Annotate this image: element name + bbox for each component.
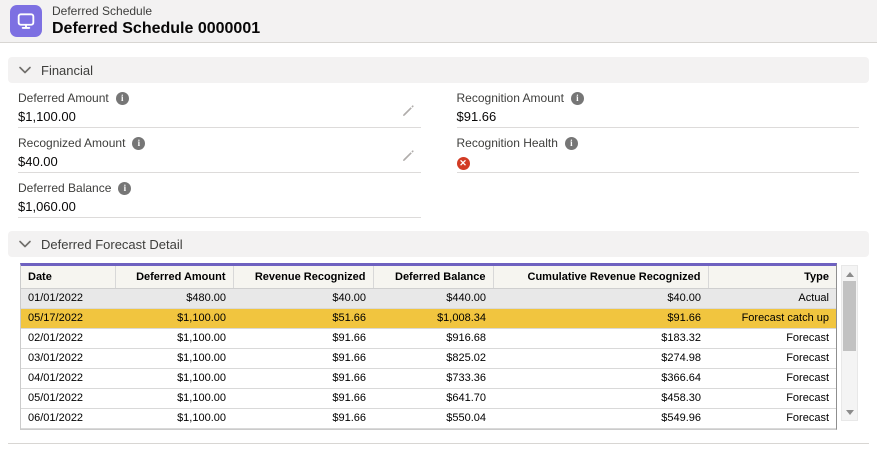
column-header-deferred-amount[interactable]: Deferred Amount [115,266,233,289]
field-value: $1,100.00 [18,105,421,130]
desktop-icon [10,5,42,37]
cell-type: Forecast [708,389,836,409]
scroll-down-icon[interactable] [842,406,857,418]
cell-deferred-balance: $1,008.34 [373,309,493,329]
field-recognized-amount: Recognized Amount i $40.00 [18,128,421,173]
cell-deferred-amount: $1,100.00 [115,349,233,369]
cell-date: 01/01/2022 [21,289,115,309]
field-deferred-amount: Deferred Amount i $1,100.00 [18,83,421,128]
cell-deferred-amount: $1,100.00 [115,329,233,349]
cell-date: 05/17/2022 [21,309,115,329]
chevron-down-icon [18,64,32,76]
table-row[interactable]: 03/01/2022$1,100.00$91.66$825.02$274.98F… [21,349,836,369]
cell-type: Actual [708,289,836,309]
section-title: Deferred Forecast Detail [41,237,183,252]
table-row[interactable]: 05/01/2022$1,100.00$91.66$641.70$458.30F… [21,389,836,409]
table-row[interactable]: 06/01/2022$1,100.00$91.66$550.04$549.96F… [21,409,836,429]
cell-revenue-recognized: $91.66 [233,349,373,369]
error-status-icon: ✕ [457,157,470,170]
cell-type: Forecast [708,349,836,369]
field-label: Deferred Amount [18,91,109,105]
table-row[interactable]: 02/01/2022$1,100.00$91.66$916.68$183.32F… [21,329,836,349]
cell-cumulative: $40.00 [493,289,708,309]
field-recognition-health: Recognition Health i ✕ [457,128,860,173]
page-title: Deferred Schedule 0000001 [52,19,260,39]
cell-type: Forecast catch up [708,309,836,329]
cell-date: 03/01/2022 [21,349,115,369]
cell-deferred-amount: $1,100.00 [115,389,233,409]
field-value: $91.66 [457,105,860,130]
cell-deferred-amount: $480.00 [115,289,233,309]
bottom-divider [8,443,869,444]
table-header-row: Date Deferred Amount Revenue Recognized … [21,266,836,289]
forecast-table-area: Date Deferred Amount Revenue Recognized … [20,263,858,430]
cell-cumulative: $183.32 [493,329,708,349]
cell-date: 06/01/2022 [21,409,115,429]
cell-revenue-recognized: $40.00 [233,289,373,309]
scrollbar-thumb[interactable] [843,281,856,351]
field-value: $1,060.00 [18,195,421,220]
section-financial[interactable]: Financial [8,57,869,83]
page-header: Deferred Schedule Deferred Schedule 0000… [0,0,877,43]
cell-cumulative: $91.66 [493,309,708,329]
cell-revenue-recognized: $51.66 [233,309,373,329]
table-scrollbar[interactable] [841,265,858,421]
object-label: Deferred Schedule [52,4,260,19]
cell-deferred-balance: $641.70 [373,389,493,409]
cell-deferred-balance: $440.00 [373,289,493,309]
field-label: Deferred Balance [18,181,111,195]
cell-deferred-balance: $550.04 [373,409,493,429]
info-icon[interactable]: i [571,92,584,105]
cell-cumulative: $549.96 [493,409,708,429]
cell-deferred-balance: $825.02 [373,349,493,369]
cell-cumulative: $274.98 [493,349,708,369]
record-body: Financial Deferred Amount i $1,100.00 Re… [0,57,877,444]
field-value: $40.00 [18,150,421,175]
section-deferred-forecast-detail[interactable]: Deferred Forecast Detail [8,231,869,257]
forecast-table: Date Deferred Amount Revenue Recognized … [20,263,837,430]
column-header-cumulative-revenue-recognized[interactable]: Cumulative Revenue Recognized [493,266,708,289]
cell-deferred-amount: $1,100.00 [115,309,233,329]
cell-revenue-recognized: $91.66 [233,329,373,349]
info-icon[interactable]: i [116,92,129,105]
cell-revenue-recognized: $91.66 [233,369,373,389]
field-label: Recognized Amount [18,136,125,150]
column-header-date[interactable]: Date [21,266,115,289]
cell-cumulative: $458.30 [493,389,708,409]
cell-deferred-amount: $1,100.00 [115,369,233,389]
cell-date: 04/01/2022 [21,369,115,389]
cell-cumulative: $366.64 [493,369,708,389]
field-label: Recognition Amount [457,91,564,105]
edit-pencil-icon[interactable] [401,149,415,163]
field-label: Recognition Health [457,136,558,150]
scroll-up-icon[interactable] [842,268,857,280]
financial-fields: Deferred Amount i $1,100.00 Recognized A… [8,83,869,218]
cell-date: 02/01/2022 [21,329,115,349]
cell-deferred-amount: $1,100.00 [115,409,233,429]
column-header-revenue-recognized[interactable]: Revenue Recognized [233,266,373,289]
table-row[interactable]: 04/01/2022$1,100.00$91.66$733.36$366.64F… [21,369,836,389]
cell-type: Forecast [708,409,836,429]
column-header-type[interactable]: Type [708,266,836,289]
edit-pencil-icon[interactable] [401,104,415,118]
cell-type: Forecast [708,329,836,349]
cell-revenue-recognized: $91.66 [233,389,373,409]
column-header-deferred-balance[interactable]: Deferred Balance [373,266,493,289]
cell-revenue-recognized: $91.66 [233,409,373,429]
table-row[interactable]: 01/01/2022$480.00$40.00$440.00$40.00Actu… [21,289,836,309]
field-deferred-balance: Deferred Balance i $1,060.00 [18,173,421,218]
field-recognition-amount: Recognition Amount i $91.66 [457,83,860,128]
section-title: Financial [41,63,93,78]
table-row[interactable]: 05/17/2022$1,100.00$51.66$1,008.34$91.66… [21,309,836,329]
cell-deferred-balance: $733.36 [373,369,493,389]
cell-deferred-balance: $916.68 [373,329,493,349]
info-icon[interactable]: i [565,137,578,150]
cell-type: Forecast [708,369,836,389]
cell-date: 05/01/2022 [21,389,115,409]
chevron-down-icon [18,238,32,250]
info-icon[interactable]: i [132,137,145,150]
info-icon[interactable]: i [118,182,131,195]
